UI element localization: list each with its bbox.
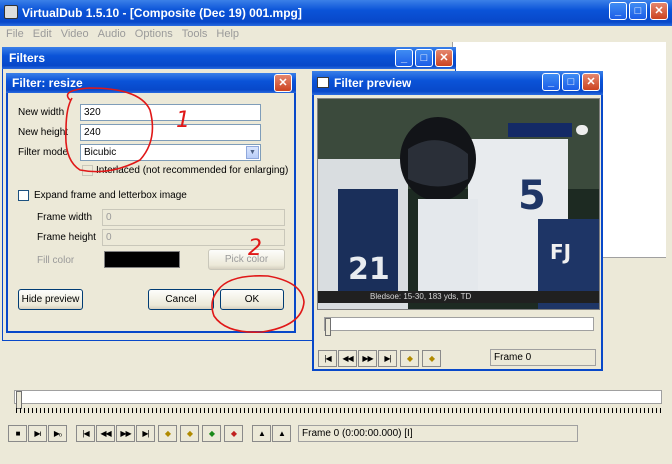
annotation-layer [64,87,305,333]
annotation-circle-1 [64,87,154,173]
annotation-circle-2 [211,274,305,333]
annotation-number-2: 2 [248,236,262,261]
annotation-number-1: 1 [176,108,190,133]
